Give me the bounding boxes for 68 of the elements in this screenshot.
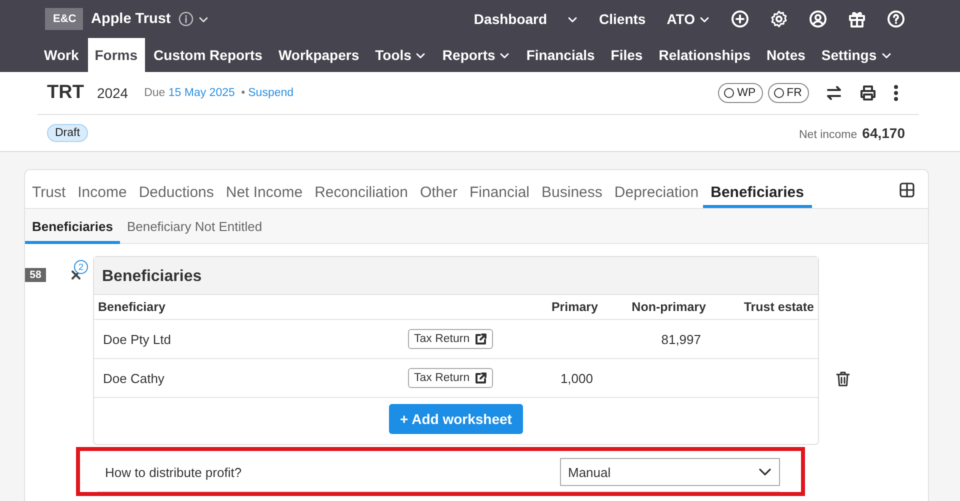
more-icon[interactable] bbox=[893, 84, 899, 102]
count-badge: 2 bbox=[74, 260, 88, 274]
org-badge: E&C bbox=[45, 8, 83, 30]
top-nav-link[interactable]: ATO bbox=[666, 11, 695, 27]
swap-icon[interactable] bbox=[825, 84, 843, 102]
table-cell-text: 81,997 bbox=[660, 332, 702, 346]
column-header: Primary bbox=[550, 300, 599, 314]
help-icon[interactable] bbox=[887, 10, 905, 28]
form-tab[interactable]: Reconciliation bbox=[314, 170, 408, 208]
external-link-icon bbox=[474, 333, 487, 345]
nav-tab[interactable]: Custom Reports bbox=[146, 38, 270, 72]
column-header: Non-primary bbox=[630, 300, 707, 314]
table-cell-text: Doe Cathy bbox=[102, 370, 166, 386]
chevron-down-icon bbox=[758, 467, 772, 477]
form-year: 2024 bbox=[96, 85, 128, 101]
tax-return-button[interactable]: Tax Return bbox=[408, 329, 493, 349]
gift-icon[interactable] bbox=[848, 10, 866, 28]
org-name[interactable]: Apple Trust bbox=[91, 11, 171, 27]
table-cell-text: 1,000 bbox=[559, 370, 594, 386]
column-header: Beneficiary bbox=[97, 300, 166, 314]
toggle-pill[interactable]: WP bbox=[718, 83, 763, 103]
sub-tab[interactable]: Beneficiaries bbox=[25, 209, 120, 244]
toggle-pill[interactable]: FR bbox=[768, 83, 809, 103]
nav-tab[interactable]: Relationships bbox=[652, 38, 758, 72]
nav-tab[interactable]: Settings bbox=[814, 38, 899, 72]
chevron-down-icon[interactable] bbox=[699, 14, 710, 24]
chevron-down-icon[interactable] bbox=[567, 14, 578, 24]
form-code: TRT bbox=[47, 82, 84, 104]
close-icon[interactable] bbox=[71, 270, 81, 280]
external-link-icon bbox=[474, 372, 487, 384]
add-icon[interactable] bbox=[731, 10, 749, 28]
nav-tab[interactable]: Forms bbox=[88, 38, 145, 72]
grid-icon[interactable] bbox=[899, 182, 915, 198]
section-number: 58 bbox=[25, 268, 46, 282]
net-income-value: 64,170 bbox=[862, 125, 905, 141]
form-tab[interactable]: Deductions bbox=[138, 170, 214, 208]
table-cell-text: Doe Pty Ltd bbox=[102, 332, 172, 346]
tax-return-button[interactable]: Tax Return bbox=[408, 368, 493, 388]
nav-tab[interactable]: Work bbox=[37, 38, 86, 72]
sub-tab[interactable]: Beneficiary Not Entitled bbox=[120, 209, 270, 244]
form-tab[interactable]: Depreciation bbox=[614, 170, 699, 208]
field-label: How to distribute profit? bbox=[105, 464, 242, 480]
column-header: Trust estate bbox=[742, 300, 815, 314]
form-tab[interactable]: Business bbox=[542, 170, 602, 208]
nav-tab[interactable]: Financials bbox=[519, 38, 602, 72]
distribution-dropdown[interactable]: Manual bbox=[560, 458, 780, 486]
trash-icon[interactable] bbox=[836, 370, 850, 386]
nav-tab[interactable]: Reports bbox=[435, 38, 518, 72]
form-tab[interactable]: Other bbox=[420, 170, 458, 208]
nav-tab[interactable]: Notes bbox=[760, 38, 812, 72]
user-icon[interactable] bbox=[809, 10, 827, 28]
status-badge: Draft bbox=[47, 124, 88, 142]
form-tab[interactable]: Trust bbox=[32, 170, 66, 208]
settings-icon[interactable] bbox=[770, 10, 788, 28]
panel-title: Beneficiaries bbox=[94, 257, 818, 295]
info-icon[interactable] bbox=[178, 11, 194, 27]
due-date-text: Due 15 May 2025 • bbox=[144, 87, 246, 99]
nav-tab[interactable]: Tools bbox=[368, 38, 434, 72]
top-nav-link[interactable]: Clients bbox=[599, 11, 646, 27]
form-tab[interactable]: Net Income bbox=[226, 170, 303, 208]
form-tab[interactable]: Financial bbox=[469, 170, 530, 208]
net-income-label: Net income bbox=[799, 129, 858, 141]
form-tab[interactable]: Income bbox=[78, 170, 127, 208]
nav-tab[interactable]: Files bbox=[604, 38, 650, 72]
nav-tab[interactable]: Workpapers bbox=[271, 38, 366, 72]
print-icon[interactable] bbox=[859, 84, 877, 102]
chevron-down-icon[interactable] bbox=[198, 14, 209, 24]
top-nav-link[interactable]: Dashboard bbox=[474, 11, 548, 27]
